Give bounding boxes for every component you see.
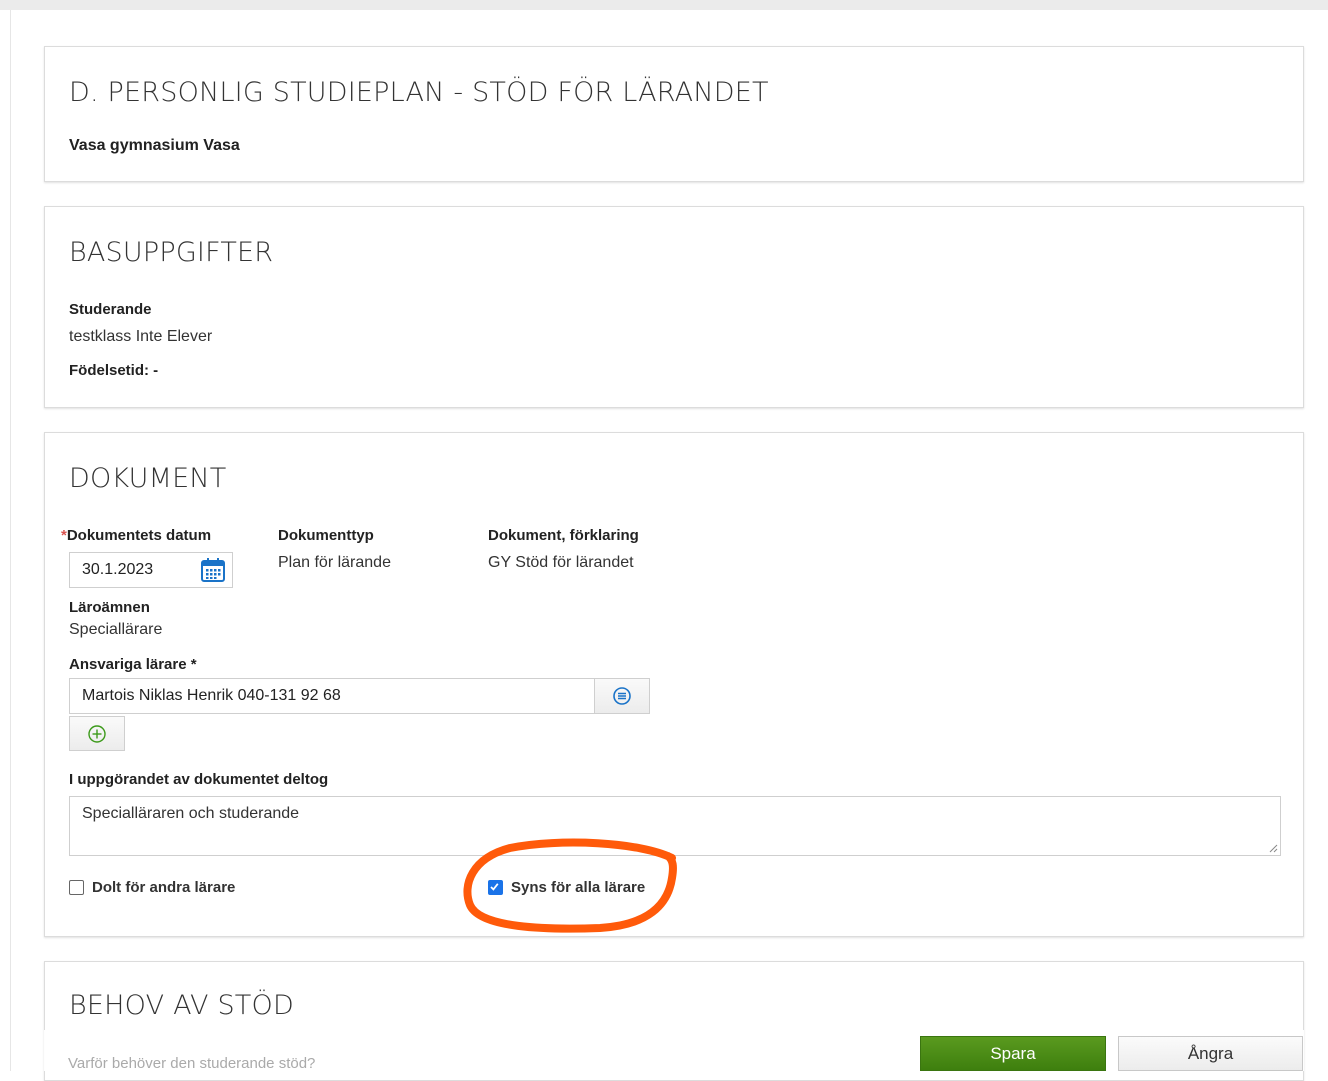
- header-panel: D. PERSONLIG STUDIEPLAN - STÖD FÖR LÄRAN…: [44, 46, 1304, 182]
- date-value: 30.1.2023: [82, 561, 154, 578]
- subjects-label: Läroämnen: [69, 599, 150, 616]
- undo-button[interactable]: Ångra: [1118, 1036, 1303, 1071]
- top-strip: [0, 0, 1328, 10]
- teachers-field[interactable]: Martois Niklas Henrik 040-131 92 68: [69, 678, 596, 714]
- date-label-text: Dokumentets datum: [66, 527, 212, 544]
- type-label: Dokumenttyp: [278, 527, 374, 544]
- date-label: *Dokumentets datum: [61, 527, 211, 544]
- participants-textarea[interactable]: Specialläraren och studerande: [69, 796, 1281, 856]
- basic-info-title: BASUPPGIFTER: [69, 237, 274, 268]
- document-title: DOKUMENT: [69, 463, 227, 494]
- check-icon: [490, 883, 499, 891]
- participants-label: I uppgörandet av dokumentet deltog: [69, 771, 329, 788]
- basic-info-panel: BASUPPGIFTER Studerande testklass Inte E…: [44, 206, 1304, 408]
- explanation-label: Dokument, förklaring: [488, 527, 639, 544]
- school-name: Vasa gymnasium Vasa: [69, 137, 240, 154]
- list-icon: [613, 687, 631, 705]
- page-title: D. PERSONLIG STUDIEPLAN - STÖD FÖR LÄRAN…: [69, 77, 769, 108]
- participants-value: Specialläraren och studerande: [82, 805, 300, 822]
- date-field[interactable]: 30.1.2023: [69, 552, 233, 588]
- explanation-value: GY Stöd för lärandet: [488, 554, 634, 571]
- calendar-icon[interactable]: [200, 557, 226, 583]
- teachers-value: Martois Niklas Henrik 040-131 92 68: [82, 687, 341, 704]
- visible-checkbox[interactable]: [488, 880, 503, 895]
- type-value: Plan för lärande: [278, 554, 391, 571]
- hidden-checkbox[interactable]: [69, 880, 84, 895]
- plus-circle-icon: [88, 725, 106, 743]
- teachers-label: Ansvariga lärare *: [69, 656, 197, 673]
- add-teacher-button[interactable]: [69, 716, 125, 751]
- subjects-value: Speciallärare: [69, 621, 163, 638]
- support-title: BEHOV AV STÖD: [69, 990, 294, 1021]
- resize-handle-icon[interactable]: [1268, 843, 1278, 853]
- visible-label: Syns för alla lärare: [511, 879, 646, 896]
- action-bar: Varför behöver den studerande stöd? Spar…: [44, 1030, 1304, 1072]
- support-question: Varför behöver den studerande stöd?: [68, 1055, 316, 1072]
- save-button[interactable]: Spara: [920, 1036, 1106, 1071]
- student-value: testklass Inte Elever: [69, 328, 213, 345]
- hidden-label: Dolt för andra lärare: [92, 879, 236, 896]
- student-label: Studerande: [69, 301, 152, 318]
- teacher-list-button[interactable]: [594, 678, 650, 714]
- birth-label: Födelsetid: -: [69, 362, 159, 379]
- document-panel: DOKUMENT *Dokumentets datum 30.1.2023 Do…: [44, 432, 1304, 937]
